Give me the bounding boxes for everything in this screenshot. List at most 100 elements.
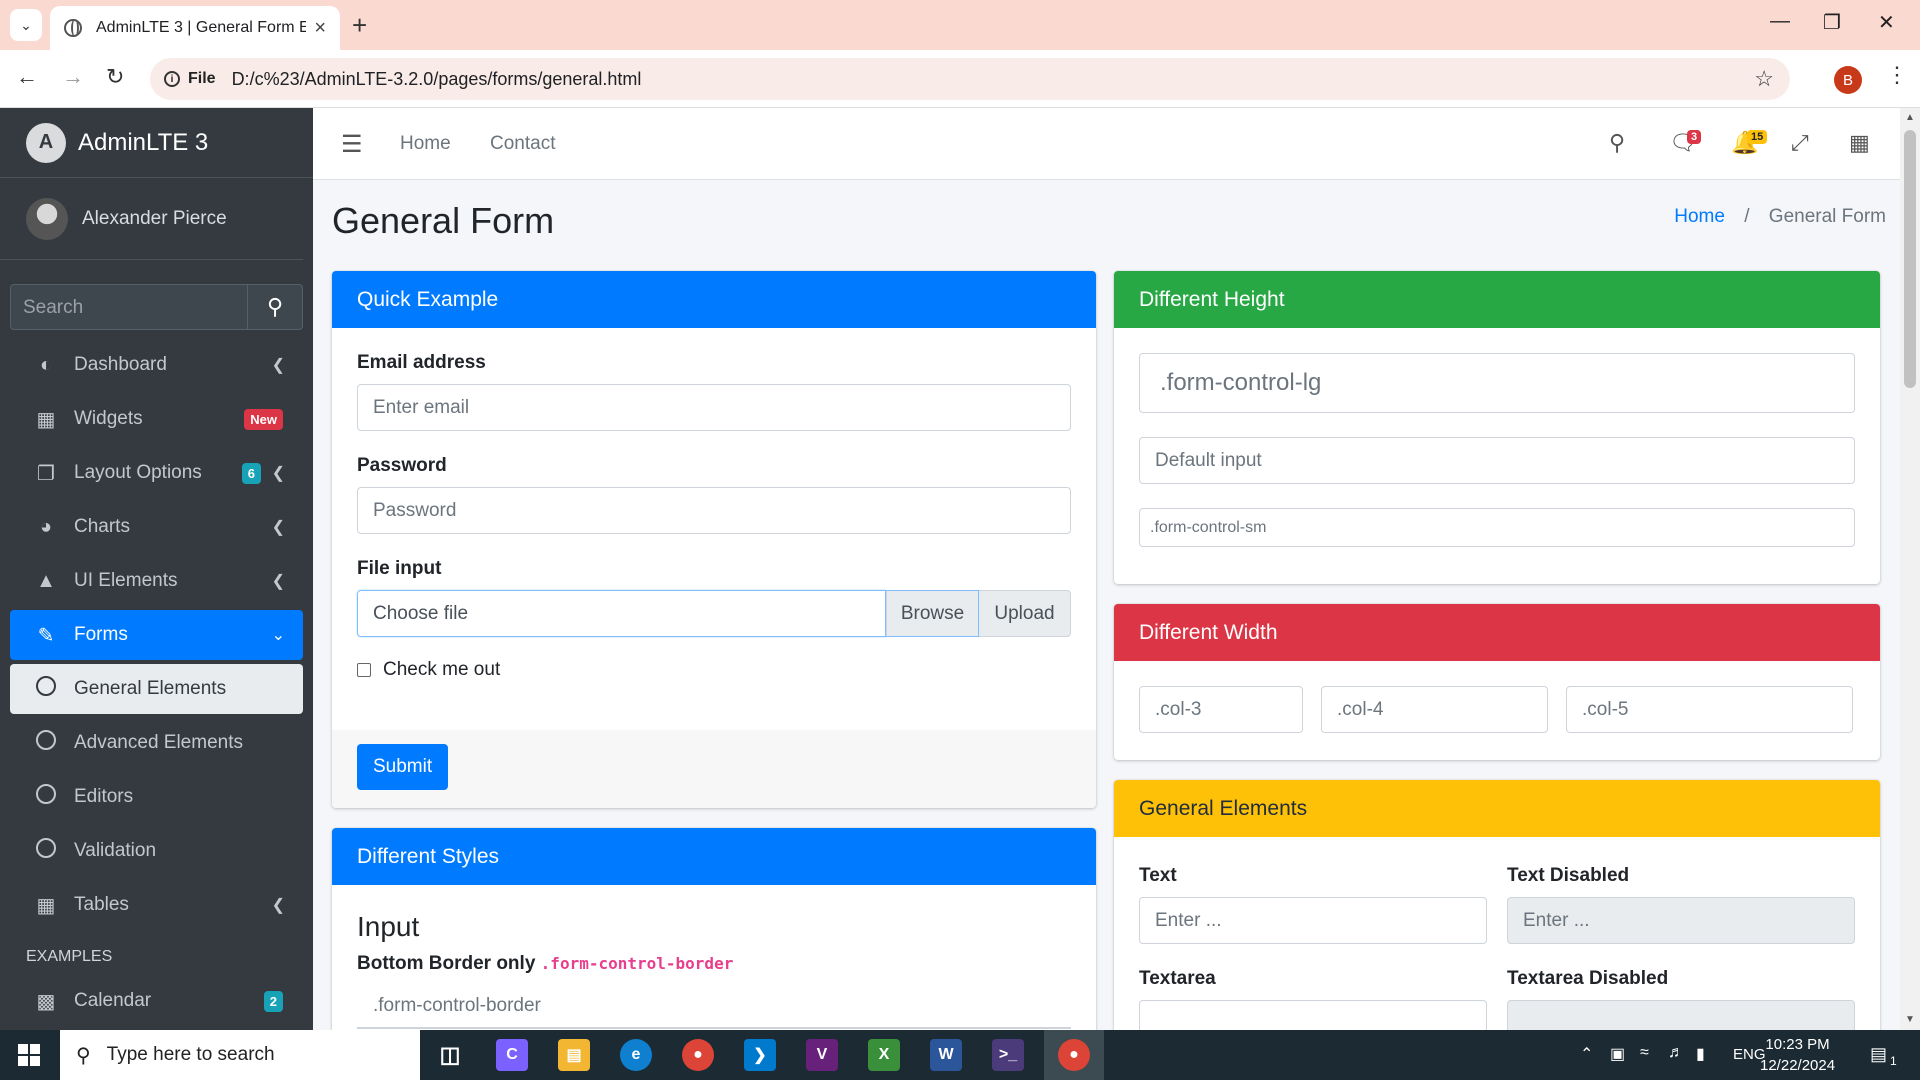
back-icon[interactable]: ← bbox=[16, 64, 38, 90]
tab-search-dropdown-icon[interactable]: ⌄ bbox=[10, 9, 42, 41]
bookmark-star-icon[interactable]: ☆ bbox=[1754, 66, 1774, 92]
fullscreen-icon[interactable]: ⤢ bbox=[1791, 130, 1809, 156]
browser-tab[interactable]: AdminLTE 3 | General Form Elen × bbox=[50, 6, 340, 50]
circle-icon bbox=[34, 730, 58, 756]
bottom-border-input[interactable]: .form-control-border bbox=[357, 995, 1071, 1029]
brand[interactable]: A AdminLTE 3 bbox=[0, 108, 313, 178]
clock[interactable]: 10:23 PM 12/22/2024 bbox=[1760, 1034, 1835, 1076]
wifi-icon[interactable]: ≈ bbox=[1640, 1044, 1649, 1062]
hamburger-menu-icon[interactable]: ☰ bbox=[341, 130, 363, 159]
control-sidebar-icon[interactable]: ▦ bbox=[1849, 130, 1870, 156]
col-3-input[interactable]: .col-3 bbox=[1139, 686, 1303, 733]
small-input[interactable]: .form-control-sm bbox=[1139, 508, 1855, 547]
scroll-down-icon[interactable]: ▼ bbox=[1905, 1014, 1915, 1025]
volume-icon[interactable]: ♬ bbox=[1668, 1044, 1684, 1062]
textarea[interactable] bbox=[1139, 1000, 1487, 1030]
content-wrapper: General Form Home / General Form Quick E… bbox=[313, 180, 1900, 1030]
word-icon[interactable]: W bbox=[930, 1039, 962, 1071]
forward-icon[interactable]: → bbox=[62, 64, 84, 90]
file-explorer-icon[interactable]: ▤ bbox=[558, 1039, 590, 1071]
table-icon: ▦ bbox=[36, 894, 56, 917]
check-me-out-checkbox[interactable] bbox=[357, 663, 371, 677]
chrome-active-icon[interactable]: ● bbox=[1058, 1039, 1090, 1071]
task-view-icon[interactable]: ◫ bbox=[434, 1039, 466, 1071]
user-name[interactable]: Alexander Pierce bbox=[82, 208, 227, 230]
profile-avatar[interactable]: B bbox=[1834, 66, 1862, 94]
scrollbar-thumb[interactable] bbox=[1904, 130, 1916, 388]
omnibox[interactable]: i File D:/c%23/AdminLTE-3.2.0/pages/form… bbox=[150, 58, 1790, 100]
sidebar-item-calendar[interactable]: ▩ Calendar 2 bbox=[10, 976, 303, 1026]
user-avatar bbox=[26, 197, 68, 240]
terminal-icon[interactable]: >_ bbox=[992, 1039, 1024, 1071]
tab-close-icon[interactable]: × bbox=[314, 17, 326, 40]
nav-link-contact[interactable]: Contact bbox=[490, 133, 555, 155]
nav-link-home[interactable]: Home bbox=[400, 133, 451, 155]
minimize-icon[interactable]: — bbox=[1770, 10, 1790, 33]
sidebar-item-ui-elements[interactable]: ▲ UI Elements ❮ bbox=[10, 556, 303, 606]
sidebar-item-advanced-elements[interactable]: Advanced Elements bbox=[10, 718, 303, 768]
notification-center-icon[interactable]: ▤ bbox=[1870, 1044, 1887, 1065]
vscode-icon[interactable]: ❯ bbox=[744, 1039, 776, 1071]
sidebar-search-input[interactable]: Search bbox=[10, 284, 247, 330]
breadcrumb-home-link[interactable]: Home bbox=[1674, 206, 1725, 227]
search-icon: ⚲ bbox=[266, 294, 284, 319]
reload-icon[interactable]: ↻ bbox=[106, 64, 124, 90]
sidebar-item-general-elements[interactable]: General Elements bbox=[10, 664, 303, 714]
quick-example-card: Quick Example Email address Enter email … bbox=[332, 271, 1096, 808]
sidebar-search-button[interactable]: ⚲ bbox=[247, 284, 303, 330]
edge-icon[interactable]: e bbox=[620, 1039, 652, 1071]
copilot-icon[interactable]: C bbox=[496, 1039, 528, 1071]
file-input-group: Choose file Browse Upload bbox=[357, 590, 1071, 637]
site-info-label: File bbox=[188, 70, 216, 87]
sidebar-item-forms[interactable]: ✎ Forms ⌄ bbox=[10, 610, 303, 660]
show-hidden-icons-icon[interactable]: ⌃ bbox=[1580, 1044, 1593, 1064]
visual-studio-icon[interactable]: V bbox=[806, 1039, 838, 1071]
sidebar-item-charts[interactable]: ◕ Charts ❮ bbox=[10, 502, 303, 552]
chrome-icon[interactable]: ● bbox=[682, 1039, 714, 1071]
sidebar-item-tables[interactable]: ▦ Tables ❮ bbox=[10, 880, 303, 930]
sidebar-item-dashboard[interactable]: ◐ Dashboard ❮ bbox=[10, 340, 303, 390]
browse-button[interactable]: Browse bbox=[886, 590, 979, 637]
user-panel[interactable]: Alexander Pierce bbox=[0, 178, 303, 260]
col-4-input[interactable]: .col-4 bbox=[1321, 686, 1548, 733]
tree-icon: ▲ bbox=[36, 569, 56, 592]
email-field[interactable]: Enter email bbox=[357, 384, 1071, 431]
count-badge: 6 bbox=[241, 462, 261, 484]
app-icon[interactable]: X bbox=[868, 1039, 900, 1071]
sidebar-item-validation[interactable]: Validation bbox=[10, 826, 303, 876]
submit-button[interactable]: Submit bbox=[357, 744, 449, 790]
bottom-border-label: Bottom Border only .form-control-border bbox=[357, 953, 1071, 975]
taskbar-search[interactable]: ⚲ Type here to search bbox=[60, 1030, 420, 1080]
check-me-out-label[interactable]: Check me out bbox=[383, 659, 500, 681]
widgets-icon: ▦ bbox=[36, 408, 56, 431]
sidebar-item-widgets[interactable]: ▦ Widgets New bbox=[10, 394, 303, 444]
url-text[interactable]: D:/c%23/AdminLTE-3.2.0/pages/forms/gener… bbox=[232, 69, 642, 90]
page-title: General Form bbox=[332, 200, 555, 241]
clock-date: 12/22/2024 bbox=[1760, 1057, 1836, 1074]
search-icon[interactable]: ⚲ bbox=[1609, 130, 1625, 156]
new-tab-icon[interactable]: + bbox=[352, 10, 367, 41]
battery-icon[interactable]: ▮ bbox=[1696, 1044, 1705, 1064]
dashboard-icon: ◐ bbox=[39, 353, 53, 376]
sidebar-item-editors[interactable]: Editors bbox=[10, 772, 303, 822]
page-scrollbar[interactable]: ▲ ▼ bbox=[1900, 108, 1920, 1030]
info-icon: i bbox=[164, 71, 180, 87]
scroll-up-icon[interactable]: ▲ bbox=[1905, 112, 1915, 123]
file-input[interactable]: Choose file bbox=[357, 590, 886, 637]
sidebar: A AdminLTE 3 Alexander Pierce Search ⚲ ◐… bbox=[0, 108, 313, 1030]
browser-menu-icon[interactable]: ⋮ bbox=[1886, 62, 1908, 88]
site-info-chip[interactable]: i File bbox=[164, 70, 216, 88]
meet-icon[interactable]: ▣ bbox=[1610, 1044, 1625, 1064]
card-header: Different Styles bbox=[332, 828, 1096, 885]
col-5-input[interactable]: .col-5 bbox=[1566, 686, 1853, 733]
clock-time: 10:23 PM bbox=[1765, 1036, 1830, 1053]
sidebar-item-layout-options[interactable]: ❐ Layout Options 6 ❮ bbox=[10, 448, 303, 498]
windows-start-icon[interactable] bbox=[18, 1044, 40, 1066]
restore-icon[interactable]: ❐ bbox=[1823, 10, 1841, 35]
default-input[interactable]: Default input bbox=[1139, 437, 1855, 484]
password-field[interactable]: Password bbox=[357, 487, 1071, 534]
text-input[interactable]: Enter ... bbox=[1139, 897, 1487, 944]
large-input[interactable]: .form-control-lg bbox=[1139, 353, 1855, 413]
upload-button[interactable]: Upload bbox=[979, 590, 1071, 637]
close-window-icon[interactable]: ✕ bbox=[1878, 10, 1895, 35]
